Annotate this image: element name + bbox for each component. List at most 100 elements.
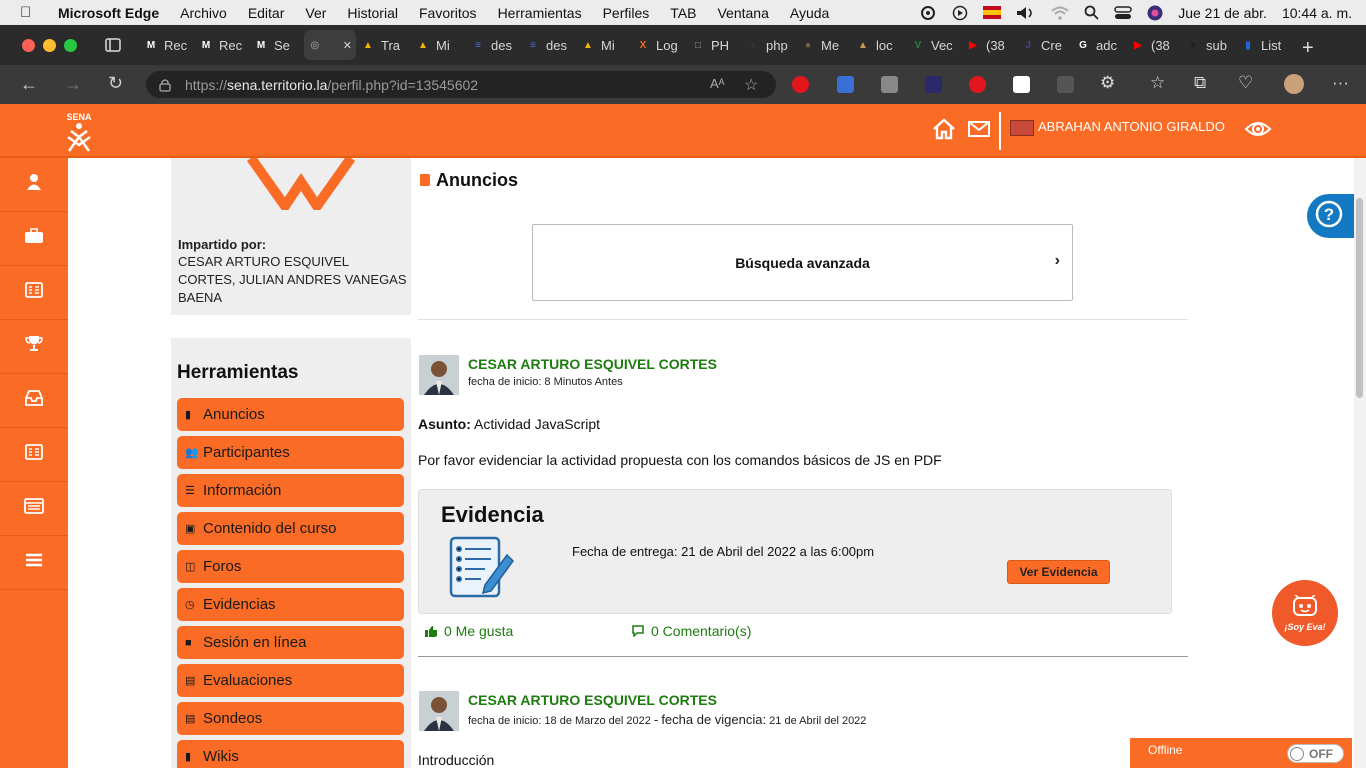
tool-button[interactable]: 👥 Participantes <box>177 436 404 469</box>
extension-stop-icon[interactable] <box>792 76 809 93</box>
browser-tab[interactable]: ▲ Mi <box>576 30 631 60</box>
chat-status-bar[interactable]: Offline OFF <box>1130 738 1352 768</box>
visibility-eye-icon[interactable] <box>1244 118 1272 140</box>
home-icon[interactable] <box>932 118 956 140</box>
browser-tab[interactable]: ▲ loc <box>851 30 906 60</box>
menubar-time[interactable]: 10:44 a. m. <box>1282 5 1352 21</box>
advanced-search-panel[interactable]: Búsqueda avanzada › <box>532 224 1073 301</box>
play-icon[interactable] <box>952 5 968 21</box>
control-center-icon[interactable] <box>1114 5 1132 20</box>
browser-tab[interactable]: M Rec <box>139 30 194 60</box>
extension-b-icon[interactable] <box>1013 76 1030 93</box>
creative-cloud-icon[interactable] <box>919 5 937 20</box>
new-tab-icon[interactable]: + <box>1302 37 1314 60</box>
add-favorite-icon[interactable]: ☆ <box>744 75 758 95</box>
back-arrow-icon[interactable]: ← <box>20 74 38 95</box>
refresh-icon[interactable]: ↻ <box>108 73 123 94</box>
close-window-icon[interactable] <box>22 38 35 52</box>
menubar-date[interactable]: Jue 21 de abr. <box>1178 5 1267 21</box>
post-author[interactable]: CESAR ARTURO ESQUIVEL CORTES <box>468 692 717 708</box>
browser-tab[interactable]: □ PH <box>686 30 741 60</box>
browser-tab[interactable]: ≡ des <box>521 30 576 60</box>
tool-button[interactable]: ■ Sesión en línea <box>177 626 404 659</box>
browser-tab[interactable]: ▶ (38 <box>1126 30 1181 60</box>
tool-button[interactable]: ▤ Sondeos <box>177 702 404 735</box>
extensions-puzzle-icon[interactable]: ⚙ <box>1100 73 1115 93</box>
sidebar-inbox[interactable] <box>0 374 68 428</box>
browser-tab[interactable]: ● php <box>741 30 796 60</box>
favorites-icon[interactable]: ☆ <box>1150 73 1165 93</box>
browser-tab[interactable]: V Vec <box>906 30 961 60</box>
comment-icon[interactable] <box>632 624 644 642</box>
wifi-icon[interactable] <box>1051 6 1069 20</box>
browser-tab[interactable]: ● sub <box>1181 30 1236 60</box>
collections-icon[interactable]: ⧉ <box>1194 73 1206 93</box>
menu-perfiles[interactable]: Perfiles <box>603 5 650 21</box>
menu-archivo[interactable]: Archivo <box>180 5 227 21</box>
eva-assistant-button[interactable]: ¡Soy Eva! <box>1272 580 1338 646</box>
more-menu-icon[interactable]: ··· <box>1332 73 1349 93</box>
siri-icon[interactable] <box>1147 5 1163 21</box>
flag-icon[interactable] <box>983 6 1002 19</box>
menu-ayuda[interactable]: Ayuda <box>790 5 829 21</box>
user-name[interactable]: ABRAHAN ANTONIO GIRALDO <box>1038 119 1225 134</box>
extension-code-icon[interactable] <box>925 76 942 93</box>
author-avatar[interactable] <box>419 355 459 395</box>
address-bar[interactable]: https://sena.territorio.la/perfil.php?id… <box>146 71 776 98</box>
extension-translate-icon[interactable] <box>837 76 854 93</box>
close-tab-icon[interactable]: ✕ <box>343 39 352 52</box>
online-toggle[interactable]: OFF <box>1287 744 1344 763</box>
sidebar-menu[interactable] <box>0 536 68 590</box>
menu-herramientas[interactable]: Herramientas <box>498 5 582 21</box>
sidebar-courses[interactable] <box>0 212 68 266</box>
tool-button[interactable]: ☰ Información <box>177 474 404 507</box>
browser-tab[interactable]: J Cre <box>1016 30 1071 60</box>
volume-icon[interactable] <box>1016 6 1036 20</box>
sidebar-profile[interactable] <box>0 158 68 212</box>
menu-tab[interactable]: TAB <box>670 5 696 21</box>
extension-copy-icon[interactable] <box>881 76 898 93</box>
tool-button[interactable]: ▤ Evaluaciones <box>177 664 404 697</box>
page-scrollbar[interactable] <box>1354 158 1366 768</box>
browser-tab[interactable]: M Rec <box>194 30 249 60</box>
scrollbar-thumb[interactable] <box>1356 198 1363 398</box>
user-avatar[interactable] <box>1010 120 1034 136</box>
forward-arrow-icon[interactable]: → <box>64 74 82 95</box>
tool-button[interactable]: ▮ Anuncios <box>177 398 404 431</box>
tool-button[interactable]: ◷ Evidencias <box>177 588 404 621</box>
browser-tab[interactable]: Gadc <box>1071 30 1126 60</box>
likes-count[interactable]: 0 Me gusta <box>444 623 513 639</box>
browser-tab[interactable]: ▲ Tra <box>356 30 411 60</box>
menu-historial[interactable]: Historial <box>347 5 398 21</box>
comments-count[interactable]: 0 Comentario(s) <box>651 623 751 639</box>
menu-editar[interactable]: Editar <box>248 5 285 21</box>
tab-actions-icon[interactable] <box>105 38 121 52</box>
browser-tab[interactable]: ● Me <box>796 30 851 60</box>
zoom-window-icon[interactable] <box>64 38 77 52</box>
browser-tab[interactable]: M Se <box>249 30 304 60</box>
tool-button[interactable]: ▮ Wikis <box>177 740 404 768</box>
browser-tab[interactable]: ≡ des <box>466 30 521 60</box>
extension-record-icon[interactable] <box>969 76 986 93</box>
help-button[interactable]: ? <box>1307 194 1357 238</box>
menu-ver[interactable]: Ver <box>305 5 326 21</box>
minimize-window-icon[interactable] <box>43 38 56 52</box>
sidebar-reports[interactable] <box>0 428 68 482</box>
lock-icon[interactable] <box>159 78 171 92</box>
profile-avatar[interactable] <box>1284 74 1304 94</box>
browser-tab[interactable]: ▲ Mi <box>411 30 466 60</box>
sidebar-achievements[interactable] <box>0 320 68 374</box>
browser-tab[interactable]: ▮ List <box>1236 30 1291 60</box>
post-author[interactable]: CESAR ARTURO ESQUIVEL CORTES <box>468 356 717 372</box>
sidebar-calendar[interactable] <box>0 482 68 536</box>
apple-menu-icon[interactable]:  <box>20 4 38 21</box>
menu-favoritos[interactable]: Favoritos <box>419 5 477 21</box>
tool-button[interactable]: ◫ Foros <box>177 550 404 583</box>
browser-tab[interactable]: ◎ ✕ <box>304 30 356 60</box>
extension-pen-icon[interactable] <box>1057 76 1074 93</box>
thumbs-up-icon[interactable] <box>424 625 438 641</box>
read-aloud-icon[interactable]: Aᴬ <box>710 76 725 91</box>
author-avatar[interactable] <box>419 691 459 731</box>
mail-icon[interactable] <box>968 121 990 137</box>
tool-button[interactable]: ▣ Contenido del curso <box>177 512 404 545</box>
